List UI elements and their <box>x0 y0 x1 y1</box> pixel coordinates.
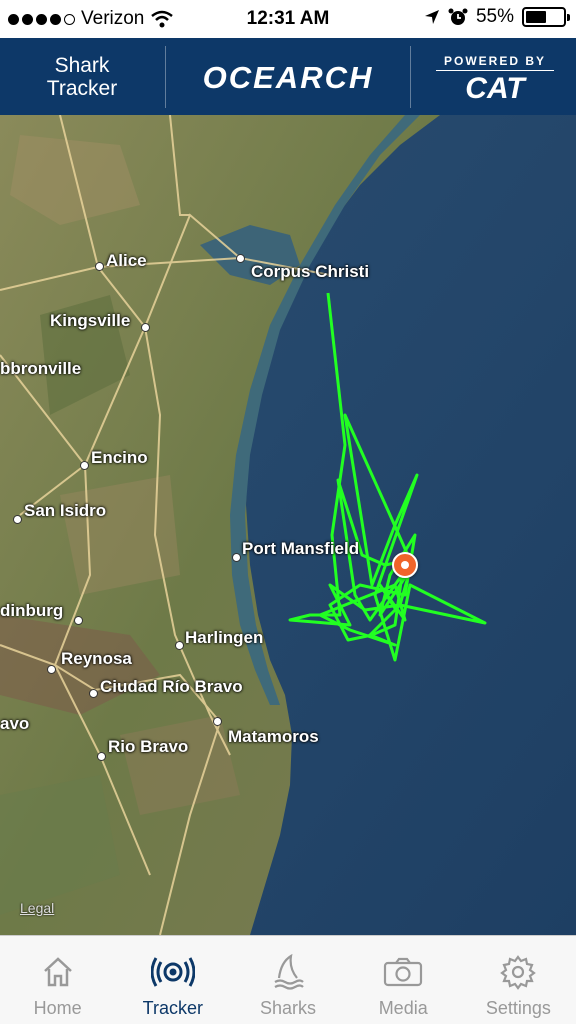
tab-settings[interactable]: Settings <box>461 936 576 1024</box>
legal-link[interactable]: Legal <box>20 900 54 916</box>
tab-home[interactable]: Home <box>0 936 115 1024</box>
tab-media[interactable]: Media <box>346 936 461 1024</box>
alarm-icon <box>448 8 468 25</box>
tab-tracker-label: Tracker <box>142 998 203 1018</box>
city-marker[interactable] <box>89 689 98 698</box>
city-label-ciudad-rio-bravo: Ciudad Río Bravo <box>100 677 243 696</box>
header-divider <box>410 46 411 108</box>
city-marker[interactable] <box>175 641 184 650</box>
city-label-san-isidro: San Isidro <box>24 501 107 520</box>
location-arrow-icon <box>424 10 439 24</box>
city-label-alice: Alice <box>106 251 147 270</box>
app-title: Shark Tracker <box>0 54 164 100</box>
city-marker[interactable] <box>236 254 245 263</box>
city-marker[interactable] <box>47 665 56 674</box>
tab-tracker[interactable]: Tracker <box>115 936 230 1024</box>
app-title-line1: Shark <box>54 54 110 77</box>
city-label-kingsville: Kingsville <box>50 311 131 330</box>
app-header: Shark Tracker OCEARCH POWERED BY CAT <box>0 38 576 115</box>
city-label-matamoros: Matamoros <box>228 727 319 746</box>
status-right: 55% <box>424 6 570 28</box>
status-bar: Verizon 12:31 AM 55% <box>0 0 576 38</box>
city-marker[interactable] <box>141 323 150 332</box>
city-label-harlingen: Harlingen <box>185 628 264 647</box>
city-label-rio-bravo-partial: avo <box>0 714 30 733</box>
tab-settings-label: Settings <box>485 998 551 1018</box>
shark-fin-icon <box>274 954 304 990</box>
city-label-reynosa: Reynosa <box>61 649 132 668</box>
gear-icon <box>500 955 537 990</box>
battery-percent: 55% <box>475 6 514 27</box>
city-marker[interactable] <box>232 553 241 562</box>
tab-sharks-label: Sharks <box>259 998 317 1018</box>
city-marker[interactable] <box>74 616 83 625</box>
battery-icon <box>522 7 570 27</box>
city-label-falfurrias: bbronville <box>0 359 82 378</box>
city-label-corpus-christi: Corpus Christi <box>251 262 370 281</box>
tab-media-label: Media <box>378 998 428 1018</box>
city-label-rio-bravo: Rio Bravo <box>108 737 189 756</box>
city-marker[interactable] <box>97 752 106 761</box>
tracker-icon <box>150 957 195 987</box>
map-canvas[interactable] <box>0 115 576 935</box>
city-label-edinburg: dinburg <box>0 601 64 620</box>
cat-logo: CAT <box>465 72 525 105</box>
shark-location-pin[interactable] <box>392 552 418 578</box>
city-marker[interactable] <box>80 461 89 470</box>
home-icon <box>43 957 72 987</box>
tab-sharks[interactable]: Sharks <box>230 936 345 1024</box>
powered-by-label: POWERED BY <box>436 54 554 71</box>
city-marker[interactable] <box>213 717 222 726</box>
tab-bar: Home Tracker Sharks Media Settings <box>0 935 576 1024</box>
city-marker[interactable] <box>13 515 22 524</box>
app-title-line2: Tracker <box>46 77 118 100</box>
camera-icon <box>384 957 423 987</box>
tab-home-label: Home <box>33 998 82 1018</box>
map-view[interactable]: Alice Corpus Christi Kingsville bbronvil… <box>0 115 576 935</box>
city-label-encino: Encino <box>91 448 148 467</box>
city-marker[interactable] <box>95 262 104 271</box>
city-label-port-mansfield: Port Mansfield <box>242 539 360 558</box>
ocearch-logo: OCEARCH <box>202 60 374 95</box>
